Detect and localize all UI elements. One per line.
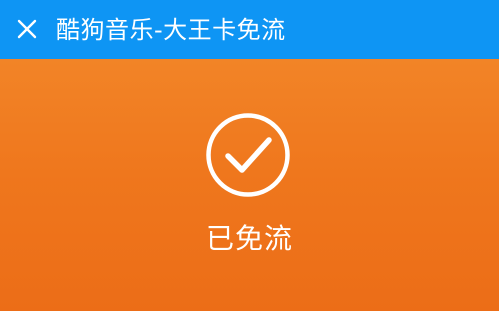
main-content: 已免流 [0,59,499,311]
page-title: 酷狗音乐-大王卡免流 [56,16,286,44]
status-text: 已免流 [205,222,293,255]
header-bar: 酷狗音乐-大王卡免流 [0,0,499,59]
app-window: 酷狗音乐-大王卡免流 已免流 [0,0,499,311]
close-icon [17,19,37,39]
check-circle-icon [206,113,290,197]
close-button[interactable] [14,16,40,42]
